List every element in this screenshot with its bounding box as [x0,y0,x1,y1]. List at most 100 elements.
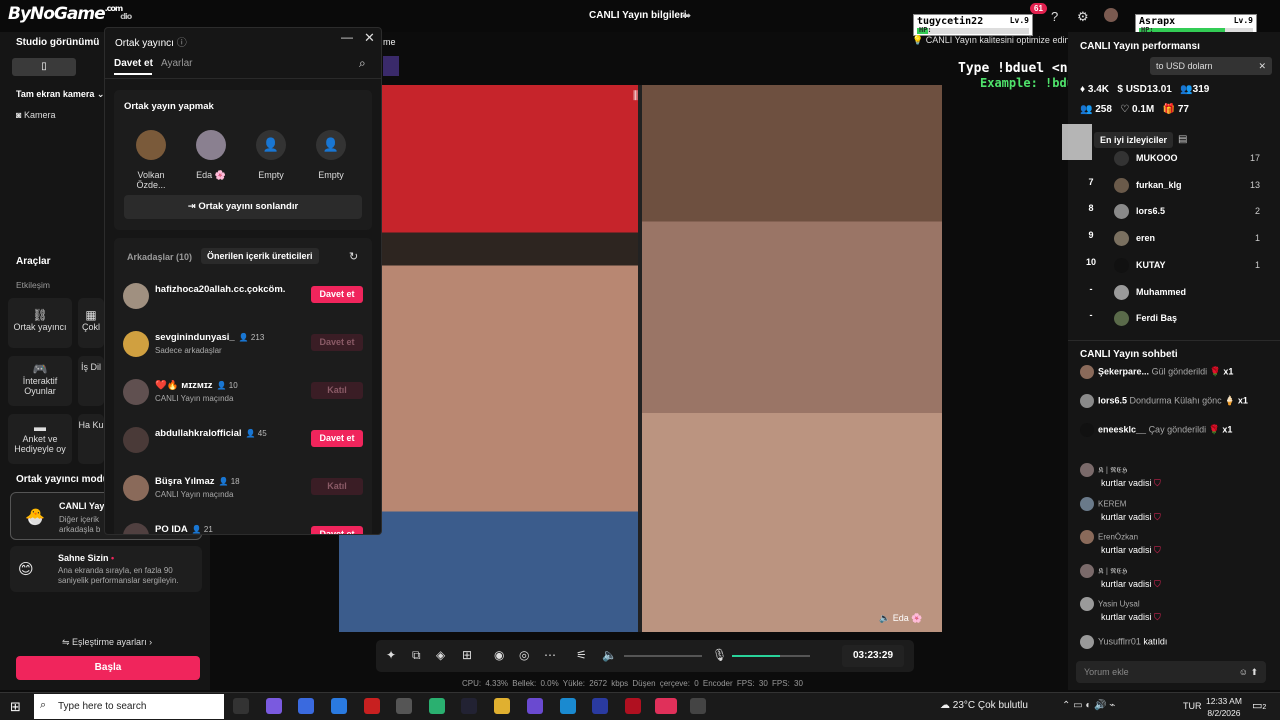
cohost-tile[interactable]: ⛓ Ortak yayıncı [8,298,72,348]
folder-icon[interactable] [494,698,510,714]
interactive-games-tile[interactable]: 🎮 İnteraktif Oyunlar [8,356,72,406]
notification-icon[interactable]: ▭2 [1252,699,1266,712]
tab-friends[interactable]: Arkadaşlar (10) [127,252,192,262]
store-icon[interactable] [298,698,314,714]
popup-title: Ortak yayıncı ⓘ [115,38,187,49]
app-icon-3[interactable] [429,698,445,714]
camera-switch-icon[interactable]: ◎ [519,648,529,662]
stage-mode-card[interactable]: 😊 Sahne Sizin • Ana ekranda sırayla, en … [10,546,202,592]
share-icon[interactable]: ➦ [682,9,691,22]
mic-icon[interactable]: 🎙 [712,648,727,662]
live-info-title[interactable]: CANLI Yayın bilgileri [589,10,687,21]
shield-icon: ⛉ [1154,478,1161,488]
gift-icon: 🍦 [1224,395,1236,406]
multi-tile[interactable]: ▦ Çokl [78,298,104,348]
settings-sliders-icon[interactable]: ⚟ [576,648,587,662]
gift-message: Şekerpare... Gül gönderildi 🌹 x1 [1080,365,1233,379]
volume-slider[interactable] [624,655,702,657]
edge-icon[interactable] [560,698,576,714]
tray-icons[interactable]: ⌃ ▭ ◐ 🔊 ⌁ [1062,700,1115,711]
cohost-slot[interactable]: Eda 🌸 [183,130,239,190]
end-cohost-button[interactable]: ⇥ Ortak yayını sonlandır [124,195,362,219]
rank-number: - [1089,310,1093,321]
windows-start-icon[interactable]: ⊞ [10,699,21,715]
fullscreen-camera-label[interactable]: Tam ekran kamera ⌄ [16,89,104,100]
tiktok-icon[interactable] [655,698,677,714]
mic-slider[interactable] [732,655,810,657]
comment-input[interactable]: Yorum ekle ☺ ⬆ [1076,661,1266,683]
app-icon-2[interactable] [396,698,412,714]
tab-suggested[interactable]: Önerilen içerik üreticileri [201,248,319,264]
avatar [123,379,149,405]
notification-badge[interactable]: 61 [1030,3,1047,14]
top-viewers-tab[interactable]: En iyi izleyiciler [1094,132,1174,148]
banner[interactable]: to USD dolarn ✕ [1150,57,1272,75]
poll-tile[interactable]: ▬ Anket ve Hediyeyle oy [8,414,72,464]
ranking-row[interactable]: 10 KUTAY 1 [1080,257,1270,275]
close-icon[interactable]: ✕ [364,30,375,46]
search-icon[interactable]: ⌕ [359,56,366,71]
more-icon[interactable]: ⋯ [544,648,556,662]
app-icon-5[interactable] [527,698,543,714]
copilot-icon[interactable] [266,698,282,714]
language-indicator[interactable]: TUR [1183,701,1202,711]
start-button[interactable]: Başla [16,656,200,680]
other-tile-2[interactable]: Ha Ku [78,414,104,464]
mail-icon[interactable] [331,698,347,714]
app-icon-6[interactable] [592,698,608,714]
friend-action-button[interactable]: Katıl [311,382,363,399]
viewer-name: Muhammed [1136,286,1187,297]
screen-icon[interactable]: ⧉ [412,648,421,663]
viewer-name: eren [1136,233,1156,244]
gear-icon[interactable]: ⚙ [1077,9,1089,25]
weather-tray[interactable]: ☁ 23°C Çok bulutlu [940,700,1028,711]
cohost-icon: 🐣 [25,509,45,526]
friend-action-button[interactable]: Katıl [311,478,363,495]
ranking-row[interactable]: MUKOOO 17 [1080,150,1270,168]
ranking-row[interactable]: 8 lors6.5 2 [1080,203,1270,221]
tab-invite[interactable]: Davet et [114,58,153,69]
task-view-icon[interactable] [233,698,249,714]
app-icon-8[interactable] [690,698,706,714]
viewer-count: 👤 10 [216,381,238,390]
effects-icon[interactable]: ✦ [386,648,396,662]
cohost-slot-empty[interactable]: 👤 Empty [303,130,359,190]
tab-settings[interactable]: Ayarlar [161,58,193,69]
friend-action-button[interactable]: Davet et [311,334,363,351]
filter-icon[interactable]: ◈ [436,648,445,662]
quality-tip[interactable]: 💡 CANLI Yayın kalitesini optimize edin [912,35,1069,46]
ranking-row[interactable]: 7 furkan_klg 13 [1080,177,1270,195]
portrait-view-button[interactable]: ▯ [12,58,76,76]
app-icon-7[interactable] [625,698,641,714]
ranking-row[interactable]: 9 eren 1 [1080,230,1270,248]
layout-icon[interactable]: ⫼ [633,90,638,103]
avatar [1080,496,1094,511]
taskbar-search[interactable]: ⌕ Type here to search [34,694,224,719]
friend-action-button[interactable]: Davet et [311,430,363,447]
camera-source[interactable]: ◙ Kamera [16,110,55,120]
friend-action-button[interactable]: Davet et [311,526,363,534]
cohost-slot-empty[interactable]: 👤 Empty [243,130,299,190]
speaker-icon[interactable]: 🔈 [602,648,617,662]
cohost-slot[interactable]: Volkan Özde... [123,130,179,190]
avatar[interactable] [1104,8,1118,22]
viewer-score: 2 [1254,206,1260,217]
app-icon-4[interactable] [461,698,477,714]
add-icon[interactable]: ⊞ [462,648,472,662]
friend-action-button[interactable]: Davet et [311,286,363,303]
clock[interactable]: 12:33 AM 8/2/2026 [1206,695,1242,719]
other-tile[interactable]: İş Dil [78,356,104,406]
stage-icon: 😊 [18,561,34,578]
help-icon[interactable]: ? [1051,9,1058,24]
viewer-name: Ferdi Baş [1136,313,1178,324]
app-icon-1[interactable] [364,698,380,714]
record-icon[interactable]: ◉ [494,648,504,662]
gift-icon: 🌹 [1209,366,1221,377]
matching-settings[interactable]: ⇋ Eşleştirme ayarları › [62,637,152,648]
coin-icon: $ [1117,84,1123,95]
ranking-row[interactable]: - Muhammed [1080,284,1270,302]
ranking-row[interactable]: - Ferdi Baş [1080,310,1270,328]
refresh-icon[interactable]: ↻ [349,250,358,263]
minimize-icon[interactable]: — [341,30,353,44]
list-icon[interactable]: ▤ [1178,134,1187,145]
